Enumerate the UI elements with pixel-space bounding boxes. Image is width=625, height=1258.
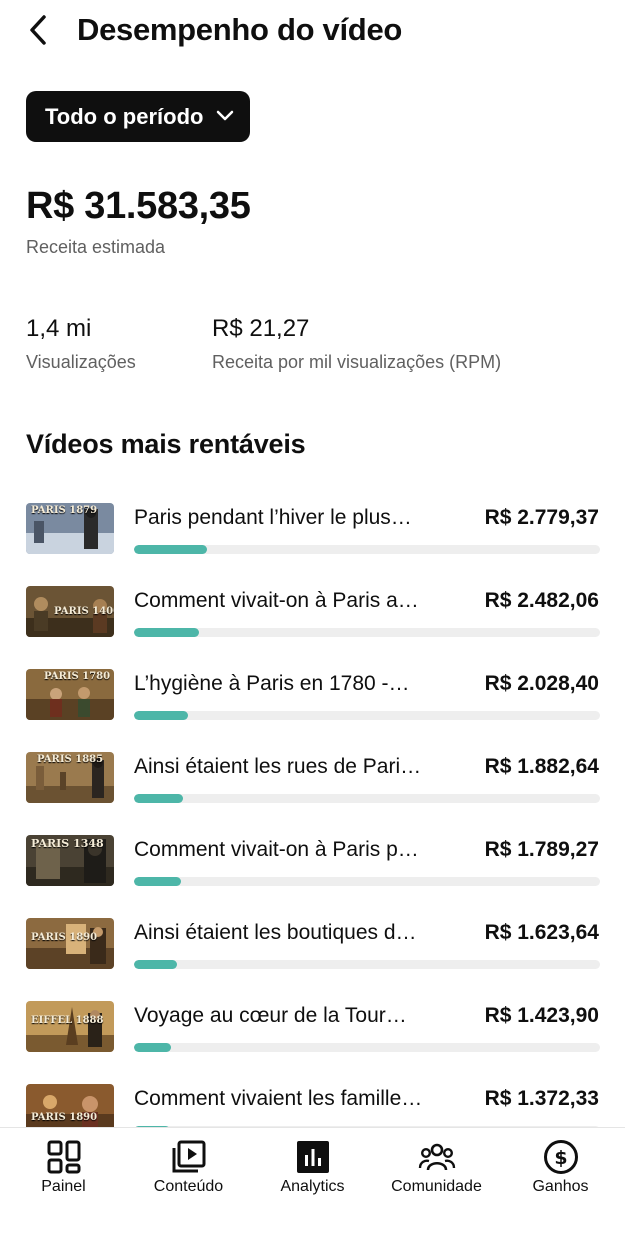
nav-label: Painel	[41, 1178, 86, 1195]
revenue-share-bar	[134, 960, 600, 969]
revenue-share-bar	[134, 794, 600, 803]
video-title: L’hygiène à Paris en 1780 -…	[134, 672, 410, 695]
svg-text:$: $	[554, 1147, 567, 1169]
nav-comunidade[interactable]: Comunidade	[374, 1128, 499, 1218]
thumbnail-text: PARIS 1885	[37, 754, 104, 765]
nav-analytics[interactable]: Analytics	[250, 1128, 375, 1218]
chevron-down-icon	[216, 110, 234, 121]
page-title: Desempenho do vídeo	[77, 12, 403, 47]
video-revenue: R$ 1.423,90	[484, 1004, 599, 1027]
video-thumbnail: PARIS 1890	[26, 918, 114, 969]
revenue-share-fill	[134, 1043, 172, 1052]
video-revenue: R$ 1.789,27	[484, 838, 599, 861]
header: Desempenho do vídeo	[0, 0, 625, 62]
thumbnail-text: PARIS 1348	[31, 837, 104, 850]
video-title: Voyage au cœur de la Tour…	[134, 1004, 407, 1027]
nav-conteudo[interactable]: Conteúdo	[126, 1128, 251, 1218]
video-revenue: R$ 1.372,33	[484, 1087, 599, 1110]
earnings-icon: $	[544, 1140, 578, 1174]
video-title: Ainsi étaient les boutiques d…	[134, 921, 417, 944]
video-thumbnail: PARIS 1780	[26, 669, 114, 720]
video-row[interactable]: PARIS 1890 Ainsi étaient les boutiques d…	[0, 905, 625, 988]
estimated-revenue-label: Receita estimada	[26, 237, 166, 257]
top-videos-list: PARIS 1879 Paris pendant l’hiver le plus…	[0, 490, 625, 1127]
revenue-share-bar	[134, 1043, 600, 1052]
rpm-value: R$ 21,27	[212, 315, 310, 342]
nav-label: Comunidade	[391, 1178, 482, 1195]
video-row[interactable]: PARIS 1879 Paris pendant l’hiver le plus…	[0, 490, 625, 573]
video-thumbnail: EIFFEL 1888	[26, 1001, 114, 1052]
estimated-revenue-value: R$ 31.583,35	[26, 185, 251, 227]
back-button[interactable]	[20, 12, 56, 48]
nav-label: Ganhos	[532, 1178, 589, 1195]
video-row[interactable]: EIFFEL 1888 Voyage au cœur de la Tour… R…	[0, 988, 625, 1071]
video-thumbnail: PARIS 1879	[26, 503, 114, 554]
video-title: Comment vivaient les famille…	[134, 1087, 423, 1110]
thumbnail-text: PARIS 1400	[54, 606, 114, 617]
revenue-share-fill	[134, 794, 184, 803]
revenue-share-bar	[134, 877, 600, 886]
nav-ganhos[interactable]: $ Ganhos	[498, 1128, 623, 1218]
rpm-label: Receita por mil visualizações (RPM)	[212, 352, 502, 372]
views-value: 1,4 mi	[26, 315, 92, 342]
analytics-icon	[297, 1141, 329, 1173]
video-row[interactable]: PARIS 1885 Ainsi étaient les rues de Par…	[0, 739, 625, 822]
video-revenue: R$ 2.028,40	[484, 672, 599, 695]
video-row[interactable]: PARIS 1348 Comment vivait-on à Paris p… …	[0, 822, 625, 905]
video-row[interactable]: PARIS 1780 L’hygiène à Paris en 1780 -… …	[0, 656, 625, 739]
video-row[interactable]: PARIS 1890 Comment vivaient les famille……	[0, 1071, 625, 1127]
video-revenue: R$ 1.623,64	[484, 921, 599, 944]
thumbnail-text: PARIS 1890	[31, 1112, 98, 1123]
revenue-share-fill	[134, 545, 208, 554]
period-label: Todo o período	[45, 103, 204, 129]
nav-label: Analytics	[280, 1178, 345, 1195]
video-title: Ainsi étaient les rues de Pari…	[134, 755, 422, 778]
back-arrow-icon	[30, 15, 46, 45]
video-revenue: R$ 2.779,37	[484, 506, 599, 529]
video-title: Comment vivait-on à Paris p…	[134, 838, 419, 861]
revenue-share-fill	[134, 877, 182, 886]
video-row[interactable]: PARIS 1400 Comment vivait-on à Paris a… …	[0, 573, 625, 656]
nav-label: Conteúdo	[153, 1178, 224, 1195]
video-thumbnail: PARIS 1400	[26, 586, 114, 637]
thumbnail-text: EIFFEL 1888	[31, 1015, 104, 1026]
period-dropdown[interactable]: Todo o período	[26, 91, 250, 142]
video-title: Comment vivait-on à Paris a…	[134, 589, 419, 612]
revenue-share-bar	[134, 628, 600, 637]
views-label: Visualizações	[26, 352, 136, 372]
bottom-navigation: Painel Conteúdo Analytics Comunidade $ G…	[0, 1127, 625, 1258]
video-thumbnail: PARIS 1885	[26, 752, 114, 803]
top-videos-title: Vídeos mais rentáveis	[26, 429, 306, 459]
revenue-share-fill	[134, 711, 188, 720]
dashboard-icon	[47, 1140, 81, 1174]
video-title: Paris pendant l’hiver le plus…	[134, 506, 412, 529]
revenue-share-bar	[134, 711, 600, 720]
nav-painel[interactable]: Painel	[1, 1128, 126, 1218]
revenue-share-bar	[134, 545, 600, 554]
content-icon	[172, 1140, 206, 1173]
thumbnail-text: PARIS 1780	[44, 671, 111, 682]
thumbnail-text: PARIS 1890	[31, 932, 98, 943]
video-revenue: R$ 1.882,64	[484, 755, 599, 778]
video-thumbnail: PARIS 1890	[26, 1084, 114, 1127]
thumbnail-text: PARIS 1879	[31, 505, 98, 516]
video-thumbnail: PARIS 1348	[26, 835, 114, 886]
community-icon	[418, 1143, 456, 1171]
revenue-share-fill	[134, 960, 177, 969]
revenue-share-fill	[134, 628, 200, 637]
video-revenue: R$ 2.482,06	[484, 589, 599, 612]
